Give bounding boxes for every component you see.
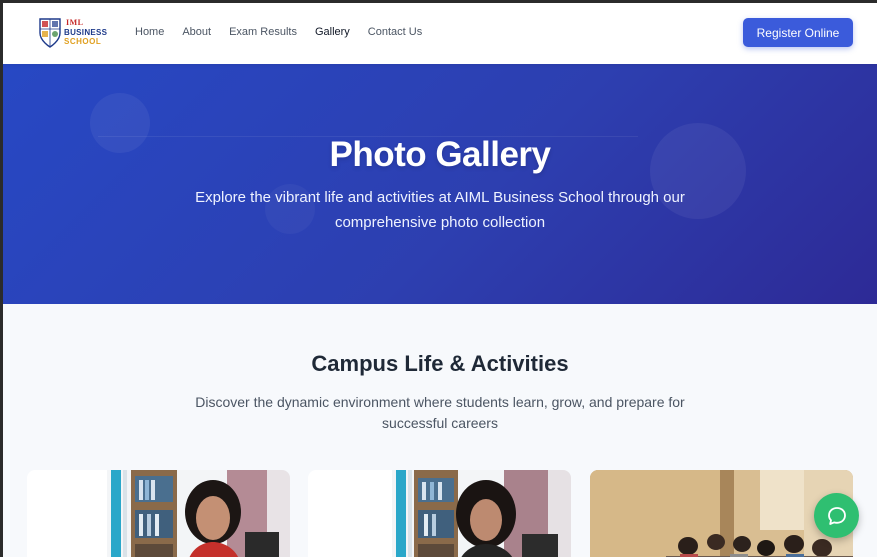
logo[interactable]: IML BUSINESS SCHOOL: [38, 17, 112, 49]
chat-bubble-icon: [827, 506, 846, 525]
nav-link-contact-us[interactable]: Contact Us: [368, 26, 422, 38]
nav-links: Home About Exam Results Gallery Contact …: [135, 26, 440, 38]
nav-link-about[interactable]: About: [182, 26, 211, 38]
hero-title: Photo Gallery: [329, 135, 551, 174]
logo-text-iml: IML: [66, 18, 84, 27]
nav-link-gallery[interactable]: Gallery: [315, 26, 350, 38]
photo-student-office-icon: [27, 470, 290, 557]
nav-link-exam-results[interactable]: Exam Results: [229, 26, 297, 38]
photo-student-office-icon: [308, 470, 571, 557]
nav-link-home[interactable]: Home: [135, 26, 164, 38]
logo-text-school: SCHOOL: [64, 37, 102, 46]
shield-logo-icon: [39, 18, 61, 48]
logo-text-business: BUSINESS: [64, 28, 108, 37]
gallery-card[interactable]: [308, 470, 571, 557]
hero-subtitle: Explore the vibrant life and activities …: [195, 189, 685, 231]
navbar: IML BUSINESS SCHOOL Home About Exam Resu…: [3, 3, 877, 64]
register-online-button[interactable]: Register Online: [743, 18, 853, 47]
section-title: Campus Life & Activities: [311, 351, 569, 376]
page-frame: IML BUSINESS SCHOOL Home About Exam Resu…: [3, 3, 877, 557]
chat-button[interactable]: [814, 493, 859, 538]
hero-banner: Photo Gallery Explore the vibrant life a…: [3, 64, 877, 304]
section-subtitle: Discover the dynamic environment where s…: [195, 394, 685, 431]
gallery-card[interactable]: [27, 470, 290, 557]
